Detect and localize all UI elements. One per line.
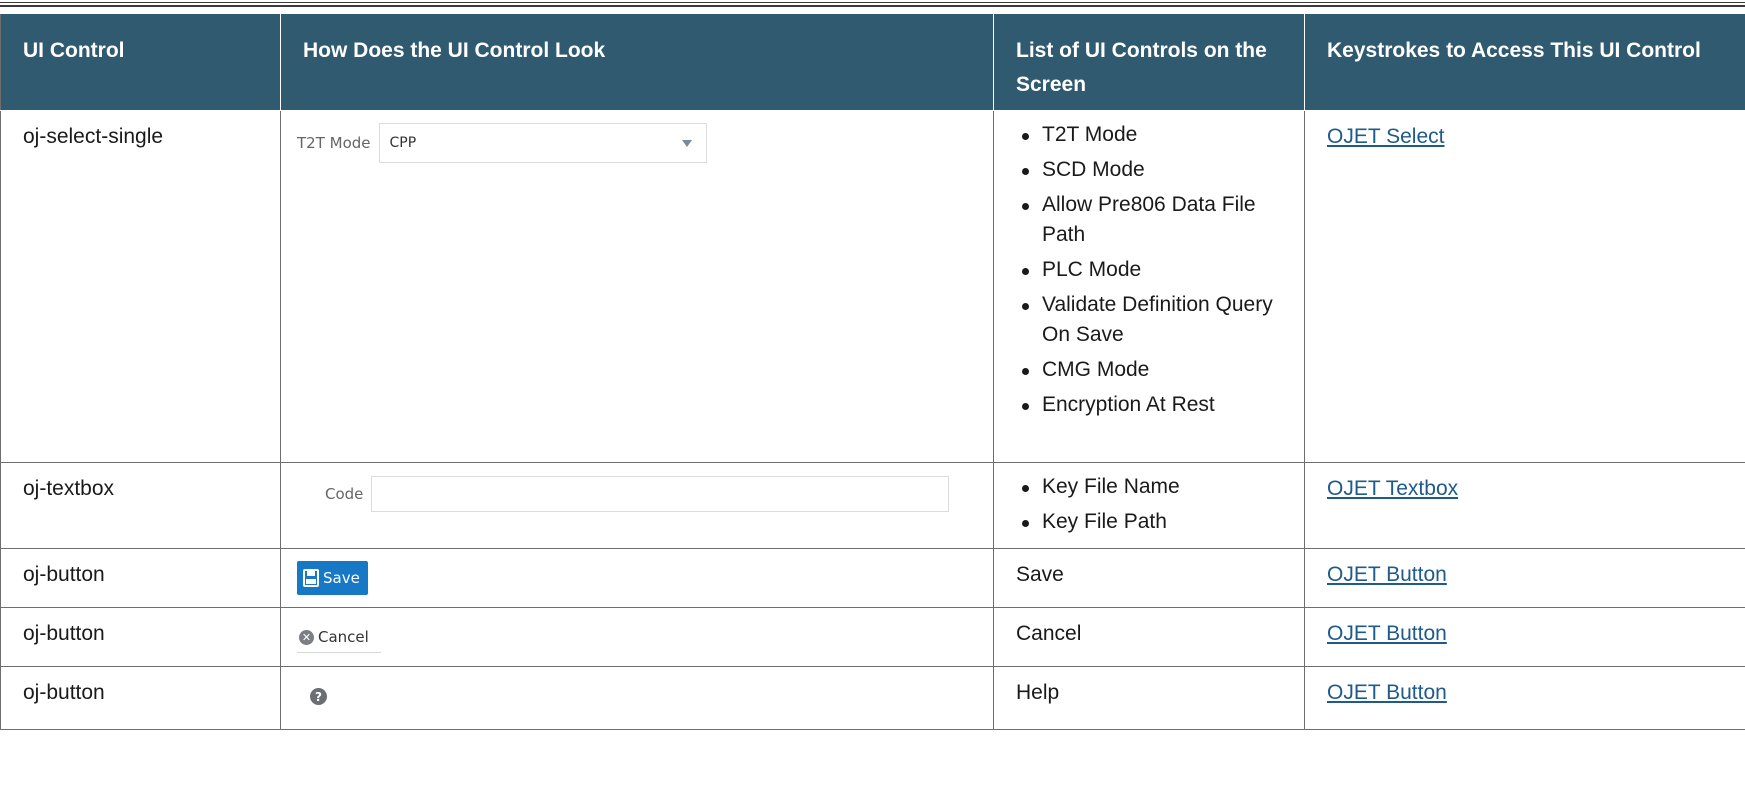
save-button-label: Save: [323, 569, 360, 587]
header-ui-control: UI Control: [0, 13, 281, 111]
table-row: oj-button Save Save OJET Button: [0, 548, 1745, 608]
list-item: Encryption At Rest: [1022, 390, 1282, 420]
table-row: oj-select-single T2T Mode CPP T2T Mode S…: [0, 110, 1745, 463]
ojet-textbox-link[interactable]: OJET Textbox: [1327, 477, 1458, 500]
controls-list-text: Help: [993, 666, 1305, 730]
table-row: oj-button ? Help OJET Button: [0, 666, 1745, 730]
list-item: T2T Mode: [1022, 120, 1282, 150]
save-button[interactable]: Save: [297, 561, 368, 595]
table-row: oj-button ✕ Cancel Cancel OJET Button: [0, 607, 1745, 667]
control-name: oj-textbox: [0, 462, 281, 549]
control-preview: Code: [280, 462, 994, 549]
cancel-button-label: Cancel: [318, 628, 369, 646]
control-name: oj-button: [0, 666, 281, 730]
select-box[interactable]: CPP: [378, 123, 707, 163]
list-item: Key File Path: [1022, 507, 1282, 537]
ojet-select-link[interactable]: OJET Select: [1327, 125, 1445, 148]
cancel-circle-icon: ✕: [299, 629, 314, 645]
help-question-icon[interactable]: ?: [310, 688, 327, 705]
controls-list-text: Save: [993, 548, 1305, 608]
textbox-label: Code: [325, 485, 364, 503]
list-item: Allow Pre806 Data File Path: [1022, 190, 1282, 250]
keystroke-cell: OJET Button: [1304, 548, 1745, 608]
controls-list: T2T Mode SCD Mode Allow Pre806 Data File…: [1016, 120, 1282, 420]
list-item: CMG Mode: [1022, 355, 1282, 385]
t2t-mode-select-preview: T2T Mode CPP: [297, 122, 977, 164]
table-header-row: UI Control How Does the UI Control Look …: [0, 13, 1745, 111]
keystroke-cell: OJET Select: [1304, 110, 1745, 463]
control-preview: ✕ Cancel: [280, 607, 994, 667]
header-how-it-looks: How Does the UI Control Look: [280, 13, 994, 111]
control-preview: Save: [280, 548, 994, 608]
keystroke-cell: OJET Textbox: [1304, 462, 1745, 549]
header-list-of-controls: List of UI Controls on the Screen: [993, 13, 1305, 111]
control-preview: ?: [280, 666, 994, 730]
select-value: CPP: [389, 135, 417, 151]
list-item: PLC Mode: [1022, 255, 1282, 285]
list-item: Key File Name: [1022, 472, 1282, 502]
top-double-rule: [0, 0, 1745, 10]
floppy-disk-icon: [303, 569, 319, 587]
table-row: oj-textbox Code Key File Name Key File P…: [0, 462, 1745, 549]
keystroke-cell: OJET Button: [1304, 666, 1745, 730]
ojet-button-link[interactable]: OJET Button: [1327, 622, 1447, 645]
list-item: SCD Mode: [1022, 155, 1282, 185]
control-name: oj-button: [0, 607, 281, 667]
select-label: T2T Mode: [297, 134, 371, 152]
code-textbox-preview: Code: [325, 474, 977, 514]
controls-list: Key File Name Key File Path: [1016, 472, 1282, 537]
keystroke-cell: OJET Button: [1304, 607, 1745, 667]
controls-list-cell: Key File Name Key File Path: [993, 462, 1305, 549]
control-name: oj-select-single: [0, 110, 281, 463]
code-input[interactable]: [371, 476, 950, 512]
ojet-button-link[interactable]: OJET Button: [1327, 563, 1447, 586]
controls-list-text: Cancel: [993, 607, 1305, 667]
ojet-button-link[interactable]: OJET Button: [1327, 681, 1447, 704]
cancel-button[interactable]: ✕ Cancel: [297, 622, 381, 653]
control-preview: T2T Mode CPP: [280, 110, 994, 463]
controls-list-cell: T2T Mode SCD Mode Allow Pre806 Data File…: [993, 110, 1305, 463]
list-item: Validate Definition Query On Save: [1022, 290, 1282, 350]
header-keystrokes: Keystrokes to Access This UI Control: [1304, 13, 1745, 111]
ui-controls-table: UI Control How Does the UI Control Look …: [0, 13, 1745, 730]
control-name: oj-button: [0, 548, 281, 608]
caret-down-icon: [681, 139, 692, 147]
